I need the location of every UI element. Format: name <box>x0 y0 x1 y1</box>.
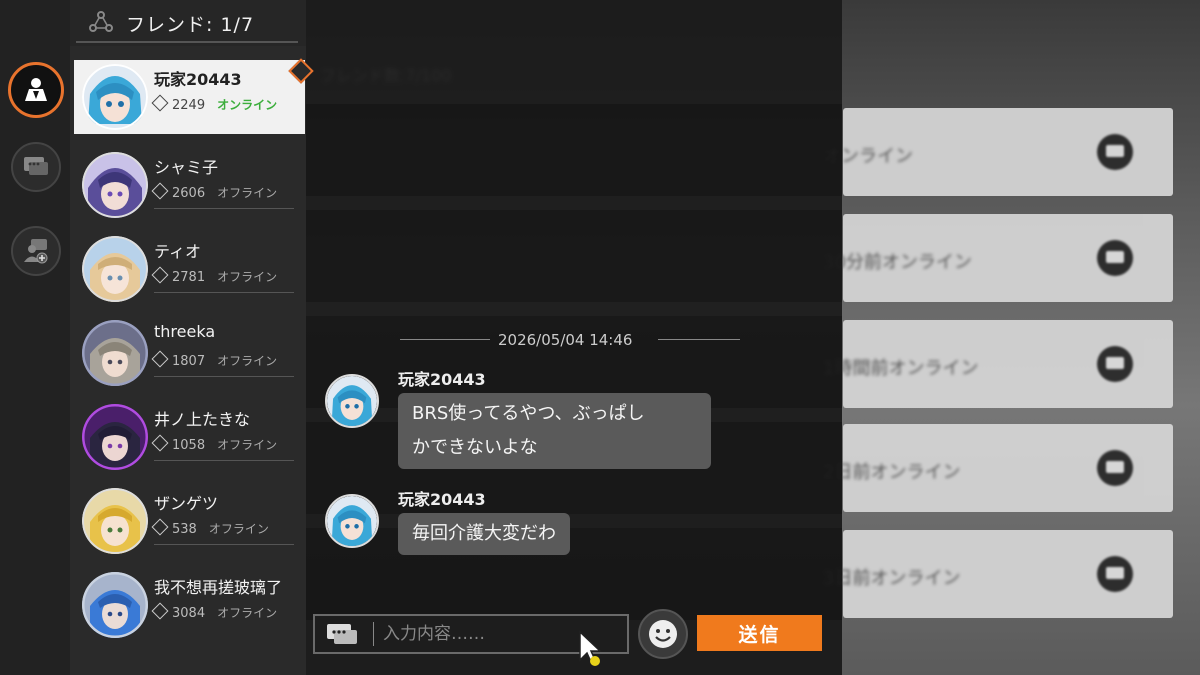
message-avatar[interactable] <box>325 494 379 548</box>
friends-icon <box>25 78 47 101</box>
friend-status: オフライン <box>217 606 278 620</box>
friend-name: 玩家20443 <box>154 70 242 89</box>
divider <box>76 41 298 43</box>
smiley-icon <box>649 620 677 648</box>
friend-item[interactable]: 井ノ上たきな 1058 オフライン <box>74 400 302 474</box>
background-card-status: 30分前オンライン <box>823 252 972 273</box>
divider <box>658 339 740 340</box>
background-friend-card: 1時間前オンライン <box>823 320 1173 408</box>
friend-level: 2781 <box>172 270 206 285</box>
message-sender: 玩家20443 <box>398 370 486 389</box>
message-text: BRS使ってるやつ、ぶっぱし <box>412 403 645 424</box>
chat-icon <box>325 622 359 650</box>
message-text: かできないよな <box>412 437 538 458</box>
avatar <box>82 320 148 386</box>
level-icon <box>151 434 169 452</box>
friend-item[interactable]: シャミ子 2606 オフライン <box>74 148 302 222</box>
level-icon <box>151 94 169 112</box>
background-card-status: 1時間前オンライン <box>823 358 979 379</box>
friend-list-header: フレンド: 1/7 <box>70 0 306 46</box>
friend-status: オフライン <box>217 270 278 284</box>
friend-status: オフライン <box>217 354 278 368</box>
friend-item[interactable]: 玩家20443 2249 オンライン <box>74 60 305 134</box>
divider <box>154 376 294 377</box>
send-button[interactable]: 送信 <box>697 615 822 651</box>
nav-friends-button[interactable] <box>8 62 64 118</box>
message-text: 毎回介護大変だわ <box>412 523 556 544</box>
avatar <box>82 572 148 638</box>
friend-list: フレンド: 1/7 玩家20443 2249 オンライン シャミ子 2606 オフラ… <box>70 0 306 675</box>
nav-add-friend-button[interactable] <box>11 226 61 276</box>
friend-level: 538 <box>172 522 197 537</box>
friend-item[interactable]: ザンゲツ 538 オフライン <box>74 484 302 558</box>
avatar <box>82 236 148 302</box>
friend-info: 2249 オンライン <box>151 94 278 113</box>
level-icon <box>151 350 169 368</box>
friend-name: シャミ子 <box>154 158 219 177</box>
divider <box>400 339 490 340</box>
friend-name: threeka <box>154 322 216 341</box>
friend-level: 3084 <box>172 606 206 621</box>
friend-info: 2606 オフライン <box>151 182 278 201</box>
chat-icon <box>1097 240 1133 276</box>
message-sender: 玩家20443 <box>398 490 486 509</box>
level-icon <box>151 518 169 536</box>
background-card-status: 2日前オンライン <box>823 462 961 483</box>
friend-status: オフライン <box>217 186 278 200</box>
divider <box>373 622 374 646</box>
message-bubble: BRS使ってるやつ、ぶっぱし かできないよな <box>398 393 711 469</box>
friend-info: 1058 オフライン <box>151 434 278 453</box>
chat-icon <box>24 157 48 175</box>
avatar <box>82 64 148 130</box>
avatar <box>82 404 148 470</box>
friend-level: 1807 <box>172 354 206 369</box>
message-avatar[interactable] <box>325 374 379 428</box>
avatar <box>82 152 148 218</box>
background-friend-card: オンライン <box>823 108 1173 196</box>
friend-level: 2249 <box>172 98 206 113</box>
chat-icon <box>1097 346 1133 382</box>
friend-status: オンライン <box>217 98 278 112</box>
level-icon <box>151 602 169 620</box>
friend-name: ティオ <box>154 242 202 261</box>
nav-messages-button[interactable] <box>11 142 61 192</box>
background-friend-card: 2日前オンライン <box>823 424 1173 512</box>
divider <box>154 292 294 293</box>
friend-item[interactable]: 我不想再搓玻璃了 3084 オフライン <box>74 568 302 642</box>
chat-icon <box>1097 556 1133 592</box>
chat-icon <box>1097 450 1133 486</box>
friend-item[interactable]: ティオ 2781 オフライン <box>74 232 302 306</box>
chat-timestamp: 2026/05/04 14:46 <box>400 330 740 350</box>
network-icon <box>88 10 114 38</box>
mouse-cursor-icon <box>578 630 606 674</box>
timestamp-text: 2026/05/04 14:46 <box>498 331 633 349</box>
chat-icon <box>1097 134 1133 170</box>
background-card-status: 3日前オンライン <box>823 568 961 589</box>
side-nav <box>0 0 71 675</box>
friend-info: 3084 オフライン <box>151 602 278 621</box>
background-friend-card: 3日前オンライン <box>823 530 1173 618</box>
divider <box>154 544 294 545</box>
divider <box>154 460 294 461</box>
divider <box>154 208 294 209</box>
friend-name: ザンゲツ <box>154 494 219 513</box>
friend-level: 2606 <box>172 186 206 201</box>
avatar <box>82 488 148 554</box>
background-friend-card: 30分前オンライン <box>823 214 1173 302</box>
level-icon <box>151 182 169 200</box>
level-icon <box>151 266 169 284</box>
add-friend-icon <box>24 239 48 264</box>
friend-info: 1807 オフライン <box>151 350 278 369</box>
friend-status: オフライン <box>208 522 269 536</box>
friend-name: 我不想再搓玻璃了 <box>154 578 283 597</box>
emoji-button[interactable] <box>638 609 688 659</box>
friend-count-label: フレンド: 1/7 <box>126 14 255 36</box>
friend-info: 2781 オフライン <box>151 266 278 285</box>
message-bubble: 毎回介護大変だわ <box>398 513 570 555</box>
friend-level: 1058 <box>172 438 206 453</box>
friend-status: オフライン <box>217 438 278 452</box>
friend-name: 井ノ上たきな <box>154 410 251 429</box>
friend-item[interactable]: threeka 1807 オフライン <box>74 316 302 390</box>
friend-info: 538 オフライン <box>151 518 269 537</box>
